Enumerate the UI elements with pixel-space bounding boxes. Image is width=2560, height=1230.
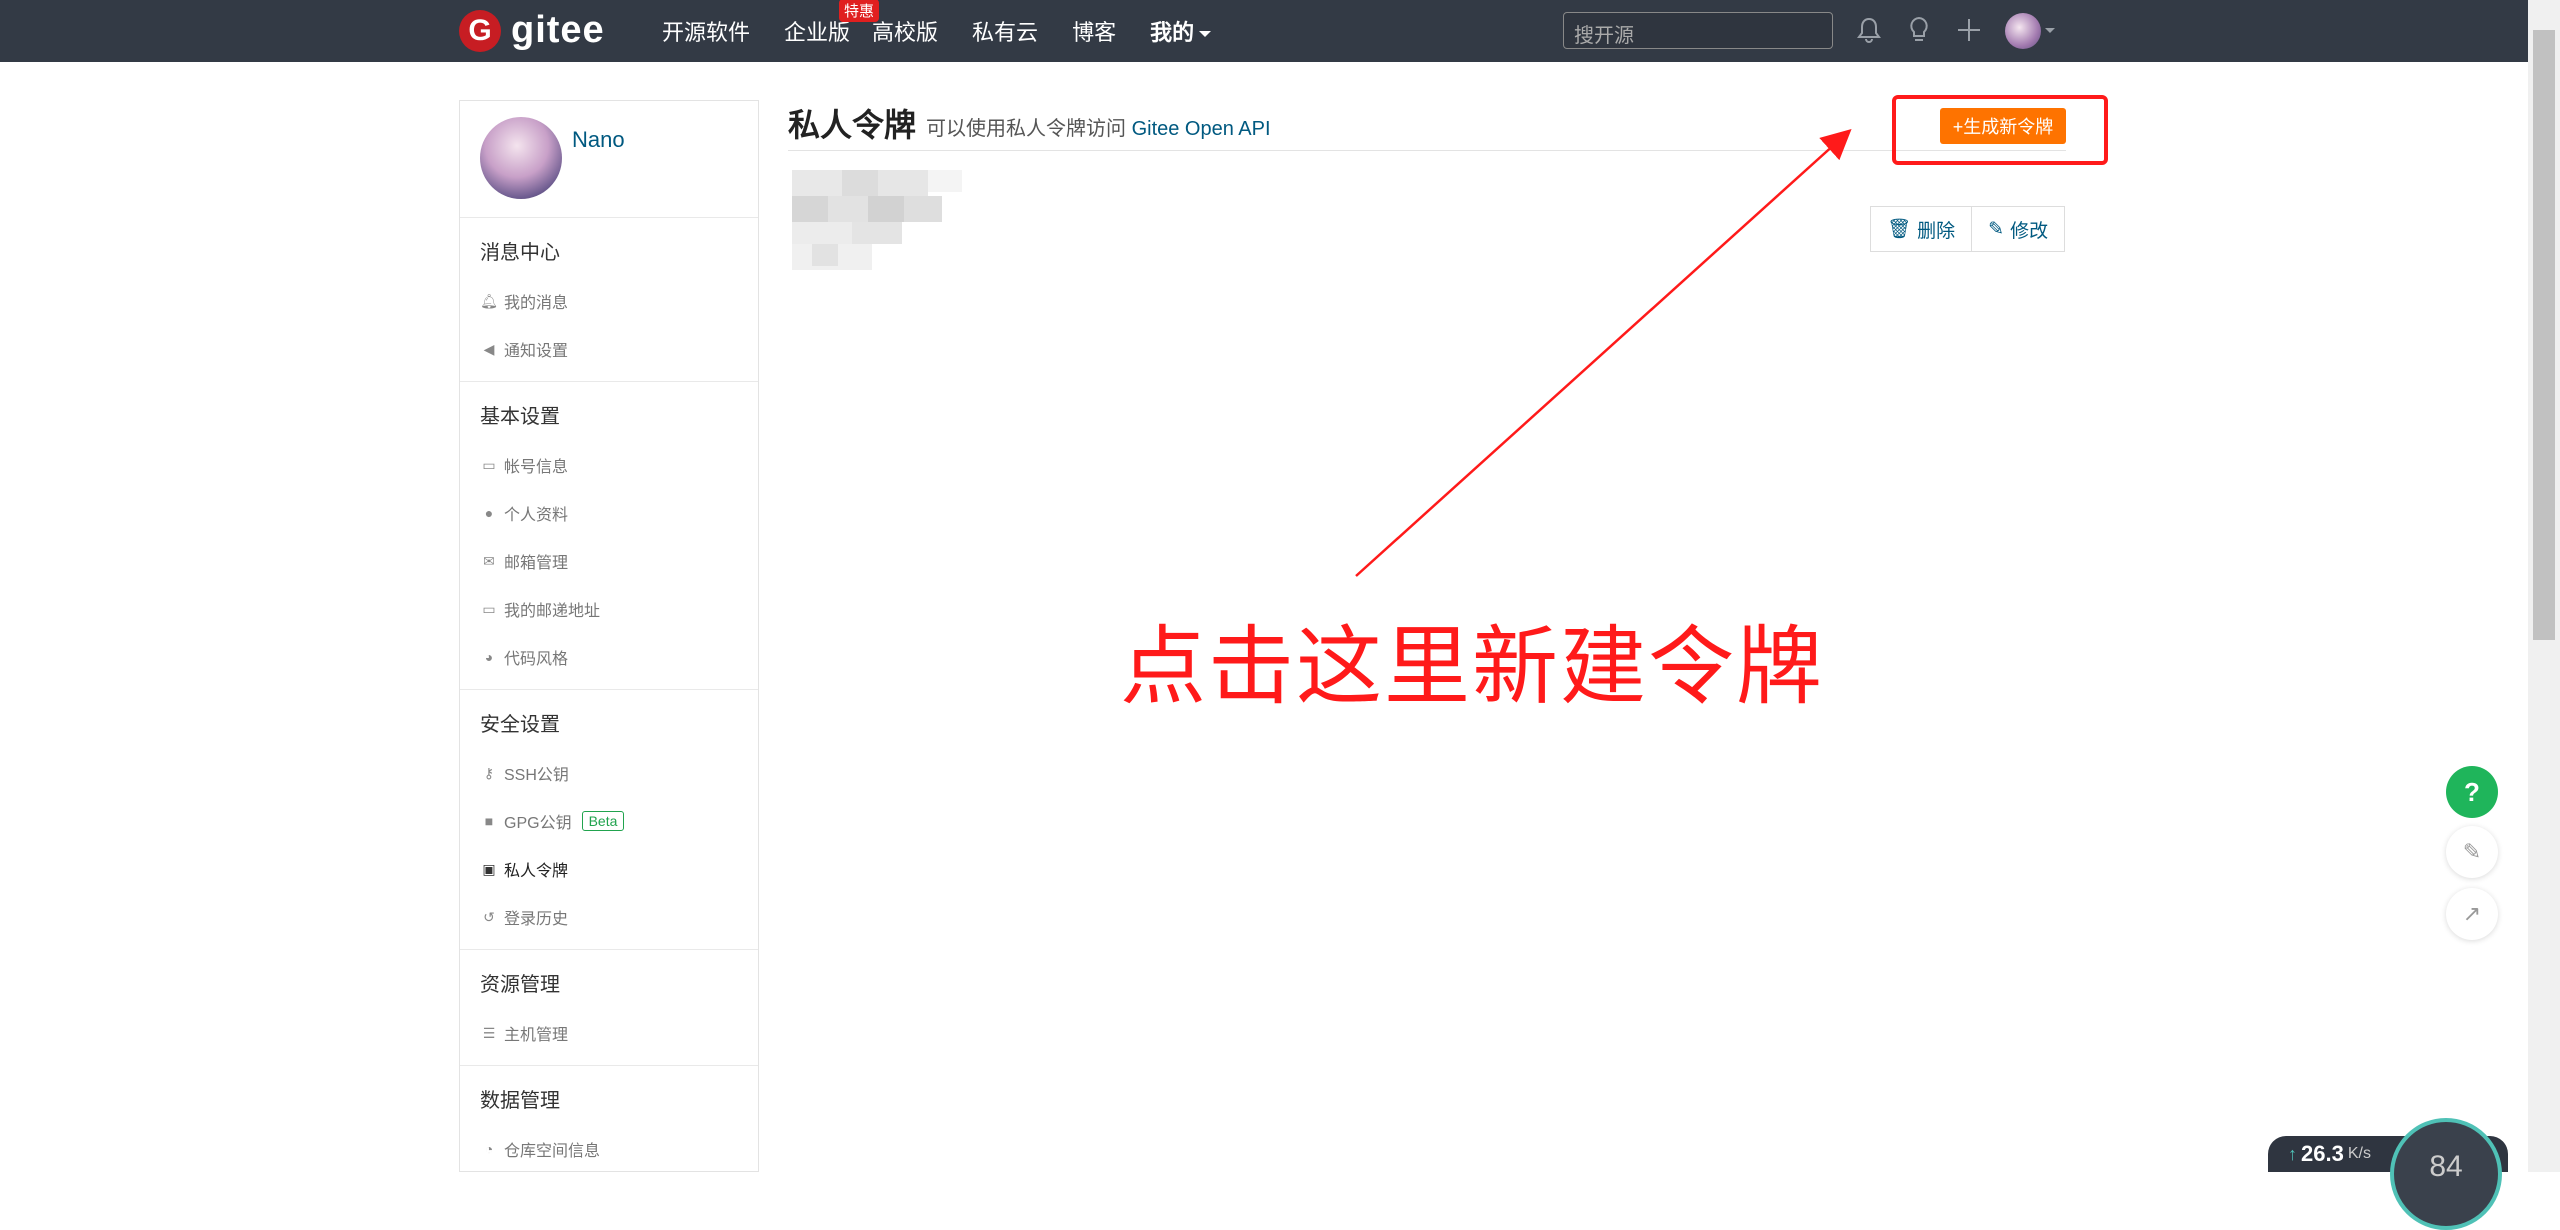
upload-arrow-icon: ↑ [2288,1143,2297,1164]
page-scrollbar[interactable] [2528,0,2560,1172]
scrollbar-thumb[interactable] [2533,30,2555,640]
annotation-arrow [1355,128,1852,577]
speed-gauge: 84 [2390,1118,2502,1230]
external-link-icon: ↗ [2462,901,2482,926]
edit-note-icon: ✎ [2462,839,2482,864]
share-button[interactable]: ↗ [2446,888,2498,940]
feedback-button[interactable]: ✎ [2446,826,2498,878]
speed-unit: K/s [2347,1145,2371,1162]
annotation-text: 点击这里新建令牌 [1120,619,1824,715]
speed-value: 26.3 [2301,1141,2344,1166]
help-button[interactable]: ? [2446,766,2498,818]
